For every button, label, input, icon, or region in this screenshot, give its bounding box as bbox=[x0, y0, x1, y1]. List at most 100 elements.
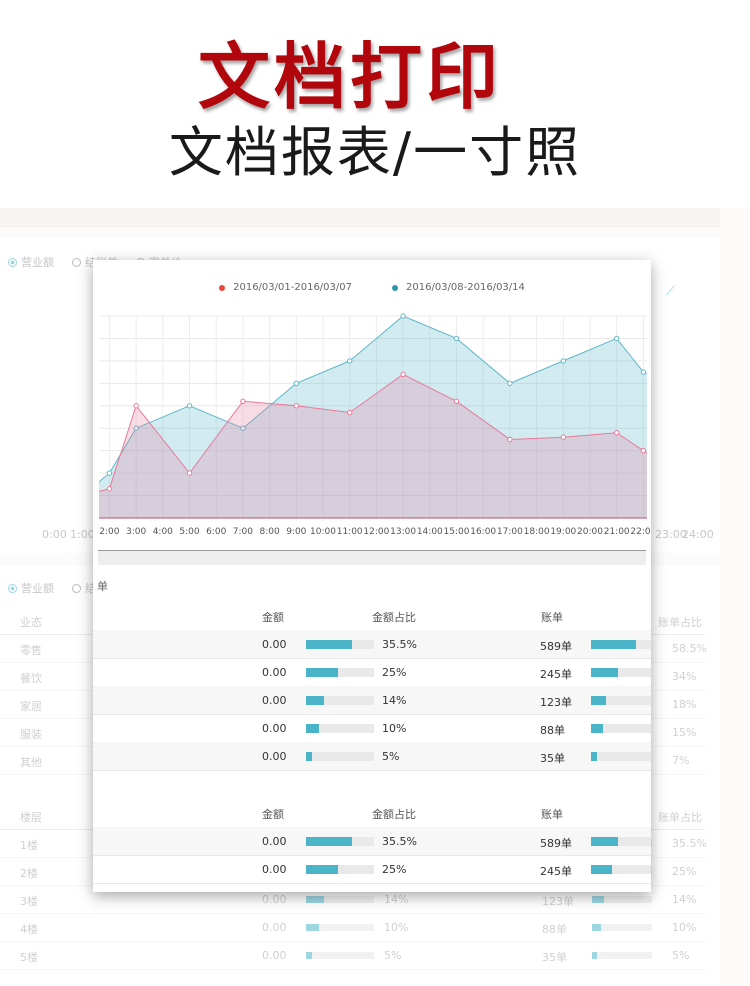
bill-share-bar bbox=[591, 865, 651, 874]
bill-share-bar bbox=[591, 668, 651, 677]
line-chart-icon[interactable]: ⟋ bbox=[666, 284, 675, 299]
bg-cell-pct: 58.5% bbox=[672, 642, 707, 655]
data-point[interactable] bbox=[106, 470, 113, 476]
area-chart: 2:00 3:00 4:00 5:00 6:00 7:00 8:00 9:00 10:00 11:… bbox=[99, 313, 651, 537]
bg-bill-bar bbox=[592, 952, 652, 959]
bg-cell-amount: 0.00 bbox=[262, 949, 287, 962]
data-point[interactable] bbox=[507, 436, 513, 443]
bg-cell-name: 5楼 bbox=[20, 951, 38, 964]
x-tick-label: 3:00 bbox=[126, 527, 146, 537]
table-row: 0.00 25% 245单 bbox=[93, 855, 651, 884]
bg-cell-name: 服装 bbox=[20, 728, 42, 741]
data-point[interactable] bbox=[640, 369, 647, 375]
cell-amount-pct: 5% bbox=[382, 750, 400, 763]
bill-share-bar bbox=[591, 640, 651, 649]
bg-cell-pct: 35.5% bbox=[672, 837, 707, 850]
bg-cell-name: 2楼 bbox=[20, 867, 38, 880]
x-tick-label: 9:00 bbox=[286, 527, 306, 537]
bg-cell-pct: 34% bbox=[672, 670, 697, 683]
x-tick-label: 21:00 bbox=[604, 527, 630, 537]
table-radio-group: 营业额 结 bbox=[8, 580, 96, 596]
cell-amount: 0.00 bbox=[262, 666, 287, 679]
x-tick-label: 20:00 bbox=[577, 527, 603, 537]
cell-amount-pct: 25% bbox=[382, 863, 407, 876]
bill-share-bar bbox=[591, 724, 651, 733]
data-point[interactable] bbox=[293, 380, 300, 387]
data-point[interactable] bbox=[400, 313, 406, 319]
data-point[interactable] bbox=[560, 358, 566, 364]
data-point[interactable] bbox=[186, 470, 193, 476]
bg-cell-amount: 0.00 bbox=[262, 893, 287, 906]
table1-header: 金额 金额占比 账单 bbox=[93, 600, 651, 631]
bg-table-row: 5楼 5% 0.00 5% 35单 bbox=[0, 941, 705, 970]
bg-cell-name: 家居 bbox=[20, 700, 42, 713]
table-radio-revenue[interactable]: 营业额 bbox=[8, 580, 54, 596]
cell-amount-pct: 25% bbox=[382, 666, 407, 679]
bg-cell-pct: 18% bbox=[672, 698, 697, 711]
bg-amount-bar bbox=[306, 896, 374, 903]
x-tick-label: 2:00 bbox=[99, 527, 119, 537]
cell-amount: 0.00 bbox=[262, 694, 287, 707]
data-point[interactable] bbox=[640, 447, 647, 454]
x-tick-label: 7:00 bbox=[233, 527, 253, 537]
bg-cell-pct: 5% bbox=[672, 949, 690, 962]
chart-zoom-scrollbar[interactable] bbox=[98, 550, 646, 565]
bg-bill-bar bbox=[592, 896, 652, 903]
bill-share-bar bbox=[591, 696, 651, 705]
data-point[interactable] bbox=[507, 380, 513, 387]
data-point[interactable] bbox=[614, 430, 620, 436]
bg-cell-pct: 15% bbox=[672, 726, 697, 739]
data-point[interactable] bbox=[106, 486, 113, 492]
x-tick-label: 4:00 bbox=[153, 527, 173, 537]
cell-amount-pct: 10% bbox=[382, 722, 407, 735]
data-point[interactable] bbox=[614, 335, 620, 342]
table-row: 0.00 25% 245单 bbox=[93, 658, 651, 687]
bg-amount-bar bbox=[306, 924, 374, 931]
bg-cell-amount-pct: 5% bbox=[384, 949, 402, 962]
radio-revenue[interactable]: 营业额 bbox=[8, 254, 54, 270]
x-tick-1: 1:00 bbox=[70, 528, 95, 541]
x-tick-label: 14:00 bbox=[417, 527, 443, 537]
bg-cell-name: 餐饮 bbox=[20, 672, 42, 685]
cell-amount: 0.00 bbox=[262, 638, 287, 651]
bg-amount-bar bbox=[306, 952, 374, 959]
hero: 文档打印 文档报表/一寸照 bbox=[0, 0, 750, 205]
data-point[interactable] bbox=[347, 358, 353, 364]
data-point[interactable] bbox=[133, 403, 139, 409]
table-section-label: 单 bbox=[97, 580, 108, 593]
x-tick-label: 10:00 bbox=[310, 527, 336, 537]
data-point[interactable] bbox=[560, 434, 566, 440]
amount-share-bar bbox=[306, 640, 374, 649]
x-tick-label: 8:00 bbox=[259, 527, 279, 537]
data-point[interactable] bbox=[453, 335, 460, 342]
x-tick-label: 15:00 bbox=[444, 527, 470, 537]
bg-cell-pct: 7% bbox=[672, 754, 690, 767]
data-point[interactable] bbox=[400, 371, 406, 378]
bill-share-bar bbox=[591, 837, 651, 846]
data-point[interactable] bbox=[293, 403, 300, 409]
cell-bills: 88单 bbox=[540, 724, 565, 737]
amount-share-bar bbox=[306, 752, 374, 761]
x-tick-label: 22:00 bbox=[630, 527, 651, 537]
cell-amount: 0.00 bbox=[262, 863, 287, 876]
bill-share-bar bbox=[591, 752, 651, 761]
bg-table-row: 4楼 10% 0.00 10% 88单 bbox=[0, 913, 705, 942]
data-point[interactable] bbox=[240, 398, 246, 404]
bg-cell-name: 零售 bbox=[20, 644, 42, 657]
table-row: 0.00 35.5% 589单 bbox=[93, 827, 651, 856]
cell-amount-pct: 35.5% bbox=[382, 638, 417, 651]
cell-bills: 589单 bbox=[540, 837, 572, 850]
table-row: 0.00 5% 35单 bbox=[93, 742, 651, 771]
cell-bills: 35单 bbox=[540, 752, 565, 765]
data-point[interactable] bbox=[453, 398, 460, 404]
amount-share-bar bbox=[306, 696, 374, 705]
data-point[interactable] bbox=[347, 409, 353, 416]
hero-subtitle: 文档报表/一寸照 bbox=[168, 121, 582, 184]
report-card: 2016/03/01-2016/03/07 2016/03/08-2016/03… bbox=[93, 260, 651, 892]
bg-bill-bar bbox=[592, 924, 652, 931]
bg-cell-name: 其他 bbox=[20, 756, 42, 769]
cell-amount: 0.00 bbox=[262, 722, 287, 735]
x-tick-label: 5:00 bbox=[179, 527, 199, 537]
x-tick-label: 6:00 bbox=[206, 527, 226, 537]
data-point[interactable] bbox=[186, 403, 193, 409]
